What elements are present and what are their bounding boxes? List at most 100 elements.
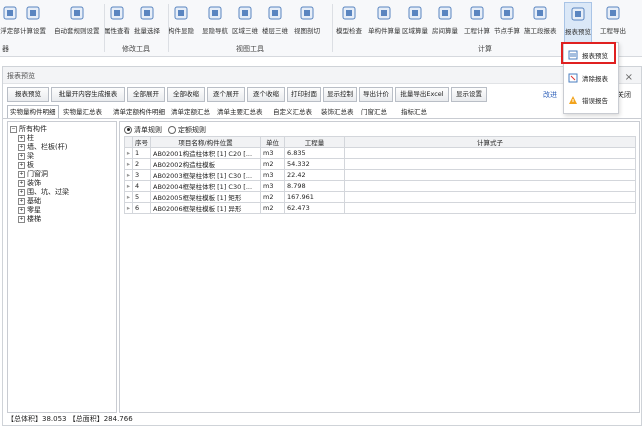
ribbon-button-node-manual[interactable]: 节点手算: [494, 2, 520, 42]
expand-icon[interactable]: +: [18, 161, 25, 169]
radio-label: 定额规则: [178, 125, 206, 134]
ribbon-button-label: 工程计算: [464, 27, 490, 35]
tab-bill-detail[interactable]: 清单定额构件明细: [113, 106, 165, 116]
header-cell: 序号: [132, 136, 151, 148]
tab-door-window-summary[interactable]: 门窗汇总: [361, 106, 387, 116]
tab-index-summary[interactable]: 指标汇总: [401, 106, 427, 116]
ribbon-button-report-preview[interactable]: 报表预览: [564, 2, 592, 44]
cell-formula: [344, 158, 636, 170]
tab-bill-summary[interactable]: 清单定额汇总: [171, 106, 210, 116]
panel-title: 报表预览: [7, 72, 35, 80]
tree-node-label: 板: [27, 161, 34, 169]
table-row[interactable]: ▸ 1 AB02001构造柱体积 [1] C20 [... m3 6.835: [124, 147, 636, 159]
rule-radio-group: 清单规则 定额规则: [124, 124, 206, 135]
menu-item-error-report[interactable]: 错误报告: [566, 91, 616, 109]
expand-all-button[interactable]: 全部展开: [127, 87, 165, 102]
ribbon-button-single-calc[interactable]: 单构件算量: [368, 2, 401, 42]
row-expand-icon[interactable]: ▸: [124, 191, 133, 203]
filter-icon: [137, 4, 157, 22]
radio-label: 清单规则: [134, 125, 162, 134]
batch-export-excel-button[interactable]: 批量导出Excel: [395, 87, 449, 102]
collapse-all-button[interactable]: 全部收缩: [167, 87, 205, 102]
tree-node[interactable]: + 楼梯: [18, 214, 41, 224]
ribbon-button-component-visibility[interactable]: 构件显隐: [168, 2, 194, 42]
menu-item-clear-report[interactable]: 清除报表: [566, 69, 616, 87]
expand-icon[interactable]: +: [18, 188, 25, 196]
tab-custom-summary[interactable]: 自定义汇总表: [273, 106, 312, 116]
tab-quantity-summary[interactable]: 实物量汇总表: [63, 106, 102, 116]
row-expand-icon[interactable]: ▸: [124, 180, 133, 192]
ribbon-button-anchor[interactable]: 浮定部: [0, 2, 20, 42]
expand-icon[interactable]: +: [18, 152, 25, 160]
table-row[interactable]: ▸ 6 AB02006框架柱模板 [1] 异形 m2 62.473: [124, 202, 636, 214]
improve-link[interactable]: 改进: [543, 90, 557, 100]
ribbon-button-floor-3d[interactable]: 楼层三维: [262, 2, 288, 42]
row-expand-icon[interactable]: ▸: [124, 158, 133, 170]
ribbon-button-sigma[interactable]: 工程计算: [464, 2, 490, 42]
display-control-button[interactable]: 显示控制: [323, 87, 357, 102]
table-row[interactable]: ▸ 2 AB02002构造柱模板 m2 54.332: [124, 158, 636, 170]
row-expand-icon[interactable]: ▸: [124, 169, 133, 181]
expand-each-button[interactable]: 逐个展开: [207, 87, 245, 102]
batch-generate-button[interactable]: 批量开内容生成报表: [51, 87, 125, 102]
report-tabs: 实物量构件明细 实物量汇总表 清单定额构件明细 清单定额汇总 清单主要汇总表 自…: [3, 105, 641, 119]
ribbon-button-region-3d[interactable]: 区域三维: [232, 2, 258, 42]
ribbon-button-tree-navigation[interactable]: 显隐导航: [202, 2, 228, 42]
ribbon-button-lightbulb[interactable]: 属性查看: [104, 2, 130, 42]
expand-icon[interactable]: +: [18, 143, 25, 151]
expand-icon[interactable]: +: [18, 179, 25, 187]
tab-component-detail[interactable]: 实物量构件明细: [7, 105, 59, 118]
table-row[interactable]: ▸ 5 AB02005框架柱模板 [1] 矩形 m2 167.961: [124, 191, 636, 203]
cell-qty: 62.473: [284, 202, 345, 214]
cell-qty: 54.332: [284, 158, 345, 170]
view-section-icon: [297, 4, 317, 22]
ribbon-button-label: 属性查看: [104, 27, 130, 35]
radio-bill-rule[interactable]: [124, 125, 132, 134]
tree-node-label: 柱: [27, 134, 34, 142]
ribbon-button-filter[interactable]: 批量选择: [134, 2, 160, 42]
tree-node-label: 楼梯: [27, 215, 41, 223]
ribbon-toolbar: 浮定部 计算设置 自动套规则设置 属性查看 批量选择 构件显隐 显隐导航 区域三维 楼层三维 视图…: [0, 0, 642, 57]
expand-icon[interactable]: +: [18, 134, 25, 142]
expand-icon[interactable]: +: [18, 206, 25, 214]
cell-unit: m3: [260, 147, 285, 159]
expand-icon[interactable]: +: [18, 170, 25, 178]
export-pricing-button[interactable]: 导出计价: [359, 87, 393, 102]
ribbon-button-label: 计算设置: [20, 27, 46, 35]
collapse-each-button[interactable]: 逐个收缩: [247, 87, 285, 102]
tab-decoration-summary[interactable]: 装饰汇总表: [321, 106, 354, 116]
report-preview-button[interactable]: 报表预览: [7, 87, 49, 102]
cell-unit: m2: [260, 191, 285, 203]
table-header-row: 序号 项目名称/构件位置 单位 工程量 计算式子: [124, 136, 636, 148]
display-settings-button[interactable]: 显示设置: [451, 87, 487, 102]
header-cell: [124, 136, 133, 148]
ribbon-button-region-calc[interactable]: 区域算量: [402, 2, 428, 42]
tab-main-summary[interactable]: 清单主要汇总表: [217, 106, 263, 116]
ribbon-button-rule-settings[interactable]: 自动套规则设置: [54, 2, 100, 42]
close-link[interactable]: 关闭: [617, 90, 631, 100]
print-cover-button[interactable]: 打印封面: [287, 87, 321, 102]
expand-icon[interactable]: +: [18, 197, 25, 205]
row-expand-icon[interactable]: ▸: [124, 202, 133, 214]
group-label: 器: [2, 45, 9, 53]
region-calc-icon: [405, 4, 425, 22]
ribbon-button-label: 房间算量: [432, 27, 458, 35]
anchor-icon: [0, 4, 20, 22]
table-row[interactable]: ▸ 4 AB02004框架柱体积 [1] C30 [... m3 8.798: [124, 180, 636, 192]
row-expand-icon[interactable]: ▸: [124, 147, 133, 159]
ribbon-button-view-section[interactable]: 视图剖切: [294, 2, 320, 42]
radio-quota-rule[interactable]: [168, 125, 176, 134]
ribbon-button-stage-report[interactable]: 施工段报表: [524, 2, 557, 42]
collapse-icon[interactable]: −: [10, 125, 17, 133]
warning-icon: [569, 96, 577, 104]
table-row[interactable]: ▸ 3 AB02003框架柱体积 [1] C30 [... m3 22.42: [124, 169, 636, 181]
expand-icon[interactable]: +: [18, 215, 25, 223]
status-bar: 【总体积】38.053 【总面积】284.766: [7, 415, 133, 423]
cell-name: AB02006框架柱模板 [1] 异形: [150, 202, 261, 214]
ribbon-button-calc-settings[interactable]: 计算设置: [20, 2, 46, 42]
ribbon-button-model-check[interactable]: 模型检查: [336, 2, 362, 42]
header-cell: 项目名称/构件位置: [150, 136, 261, 148]
close-icon[interactable]: ×: [625, 72, 633, 83]
ribbon-button-room-calc[interactable]: 房间算量: [432, 2, 458, 42]
ribbon-button-export[interactable]: 工程导出: [600, 2, 626, 42]
